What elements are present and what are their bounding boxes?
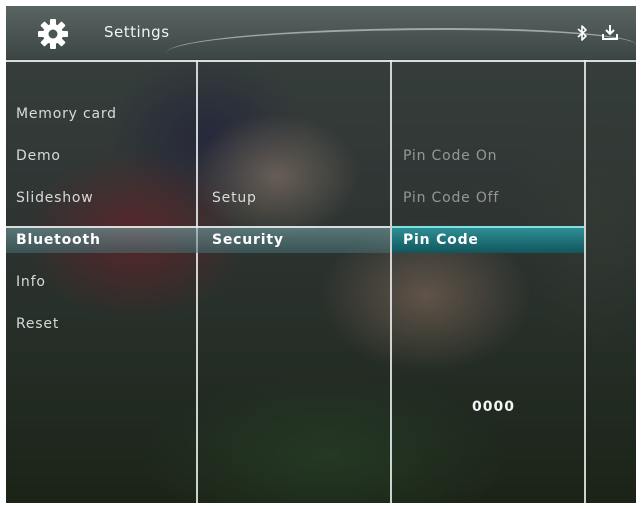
bluetooth-icon: [577, 25, 587, 41]
column-divider: [584, 60, 586, 503]
menu-item-setup[interactable]: Setup: [212, 190, 257, 206]
menu-item-demo[interactable]: Demo: [16, 148, 61, 164]
screen: Settings Memory card Demo Slideshow Blue…: [6, 6, 636, 503]
menu-item-reset[interactable]: Reset: [16, 316, 59, 332]
pin-code-value: 0000: [472, 399, 515, 415]
gear-icon: [38, 19, 68, 49]
selection-band-top: [6, 226, 390, 228]
menu-item-pin-code-on[interactable]: Pin Code On: [403, 148, 497, 164]
background-photo: [6, 6, 636, 503]
menu-item-info[interactable]: Info: [16, 274, 46, 290]
menu-item-slideshow[interactable]: Slideshow: [16, 190, 94, 206]
title-bar: Settings: [6, 6, 636, 59]
title-bar-swoosh: [166, 28, 636, 70]
menu-item-security[interactable]: Security: [212, 232, 284, 248]
menu-item-memory-card[interactable]: Memory card: [16, 106, 117, 122]
page-title: Settings: [104, 23, 170, 41]
menu-item-bluetooth[interactable]: Bluetooth: [16, 232, 101, 248]
menu-item-pin-code-off[interactable]: Pin Code Off: [403, 190, 499, 206]
header-divider: [6, 60, 636, 62]
column-divider: [196, 60, 198, 503]
menu-item-pin-code[interactable]: Pin Code: [403, 232, 479, 248]
column-divider: [390, 60, 392, 503]
download-icon: [602, 25, 618, 40]
